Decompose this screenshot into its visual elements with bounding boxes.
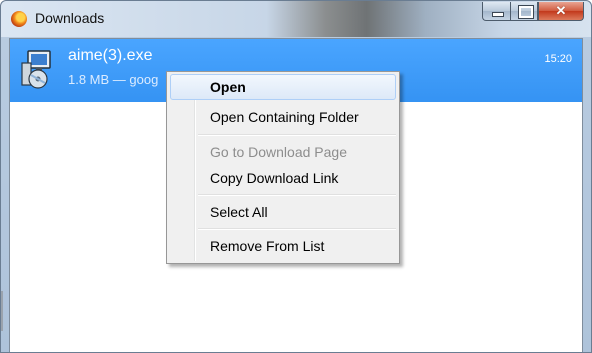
maximize-button[interactable] (510, 2, 538, 21)
caption-buttons: ✕ (482, 2, 584, 22)
menu-item-go-to-download-page: Go to Download Page (210, 144, 347, 160)
download-time: 15:20 (544, 53, 572, 65)
menu-item-select-all[interactable]: Select All (170, 199, 396, 225)
context-menu: Open Open Containing Folder Go to Downlo… (166, 71, 400, 264)
menu-separator (198, 194, 396, 196)
minimize-icon (492, 12, 504, 17)
close-icon: ✕ (555, 3, 567, 18)
title-bar[interactable]: Downloads ✕ (1, 1, 591, 37)
menu-item-remove-from-list[interactable]: Remove From List (170, 233, 396, 259)
firefox-icon (11, 11, 27, 27)
menu-item-copy-download-link[interactable]: Copy Download Link (170, 165, 396, 191)
menu-separator (198, 134, 396, 136)
installer-icon (21, 50, 51, 89)
scrollbar-edge (1, 291, 3, 331)
download-filename: aime(3).exe (68, 47, 153, 64)
menu-separator (198, 228, 396, 230)
close-button[interactable]: ✕ (538, 2, 584, 21)
menu-item-open-containing-folder[interactable]: Open Containing Folder (170, 104, 396, 130)
menu-item-open[interactable]: Open (170, 74, 396, 100)
maximize-icon (518, 5, 534, 19)
minimize-button[interactable] (482, 2, 510, 21)
download-status: 1.8 MB — goog (68, 72, 159, 87)
window-title: Downloads (35, 10, 105, 26)
